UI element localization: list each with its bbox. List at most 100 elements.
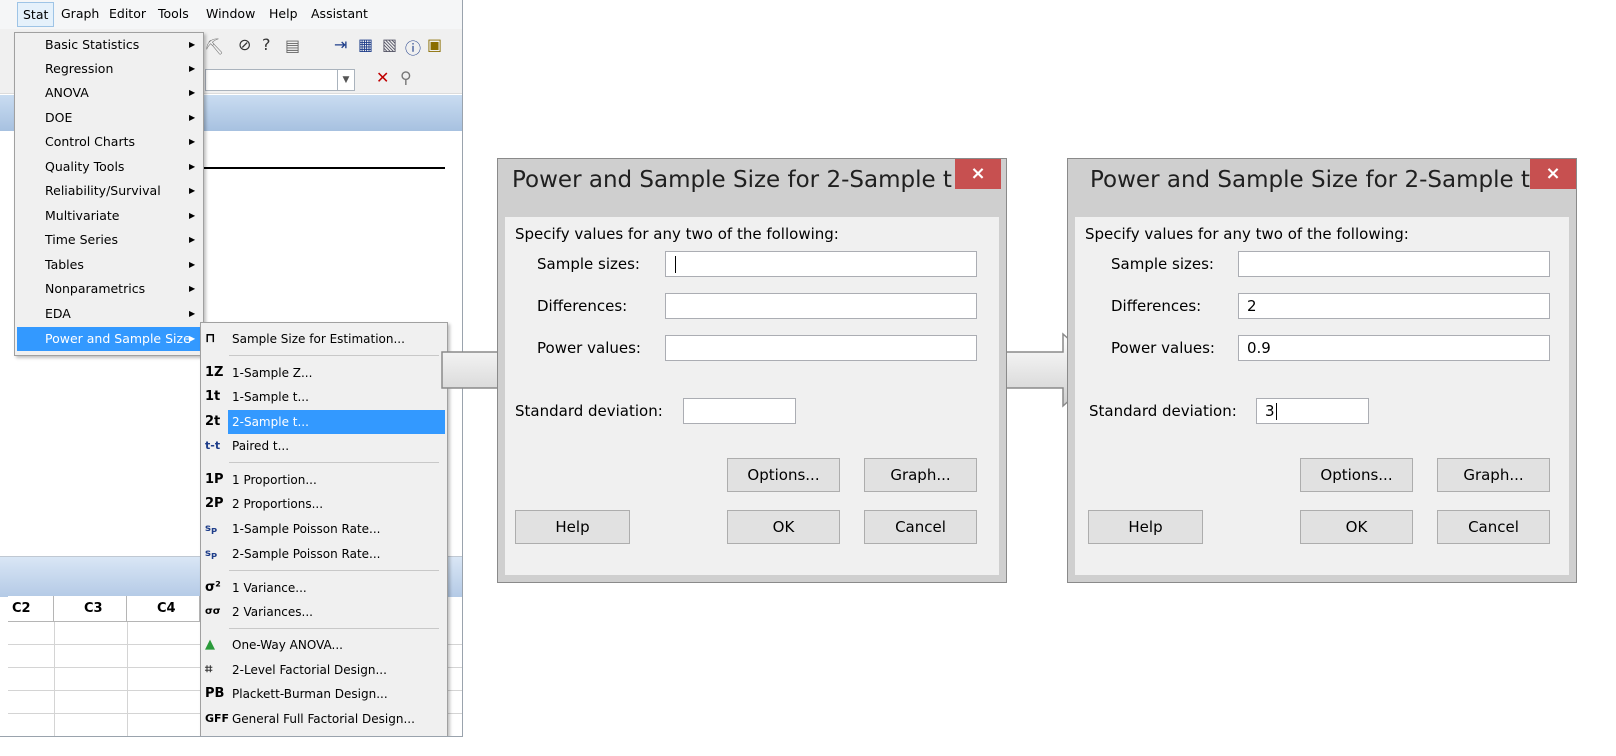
dialog-body: Specify values for any two of the follow… [505, 217, 999, 575]
menu-item-doe[interactable]: DOE ▶ [15, 106, 203, 130]
dialog-title: Power and Sample Size for 2-Sample t [1090, 167, 1530, 193]
menu-item-regression[interactable]: Regression ▶ [15, 57, 203, 81]
text-cursor [1275, 403, 1277, 420]
submenu-item-2-proportions[interactable]: 2P 2 Proportions... [201, 492, 447, 516]
graph-button[interactable]: Graph... [864, 458, 977, 492]
help-button[interactable]: Help [515, 510, 630, 544]
sample-sizes-field[interactable] [1238, 251, 1550, 277]
standard-deviation-label: Standard deviation: [1089, 402, 1237, 420]
text-cursor [675, 256, 676, 273]
history-icon[interactable]: ▣ [427, 35, 442, 54]
submenu-item-general-full-factorial[interactable]: GFF General Full Factorial Design... [201, 707, 447, 731]
differences-field[interactable] [665, 293, 977, 319]
anova-icon: ▲ [205, 637, 215, 652]
ok-button[interactable]: OK [727, 510, 840, 544]
insert-icon[interactable]: ⇥ [334, 35, 347, 54]
submenu-item-2-sample-t[interactable]: 2t 2-Sample t... [201, 410, 447, 434]
menu-item-power-and-sample-size[interactable]: Power and Sample Size ▶ [17, 327, 201, 351]
submenu-item-1-variance[interactable]: σ² 1 Variance... [201, 576, 447, 600]
submenu-item-one-way-anova[interactable]: ▲ One-Way ANOVA... [201, 633, 447, 657]
submenu-item-paired-t[interactable]: t-t Paired t... [201, 434, 447, 458]
submenu-item-1-sample-z[interactable]: 1Z 1-Sample Z... [201, 361, 447, 385]
menu-tools[interactable]: Tools [158, 6, 189, 21]
column-header[interactable]: C3 [54, 596, 127, 622]
submenu-item-2-sample-poisson[interactable]: sP 2-Sample Poisson Rate... [201, 542, 447, 566]
1z-icon: 1Z [205, 365, 224, 380]
help-query-icon[interactable]: ? [262, 35, 271, 54]
toolbar-combo[interactable]: ▼ [205, 69, 355, 91]
sample-size-icon: ⊓ [205, 331, 216, 346]
dialog-prompt: Specify values for any two of the follow… [1085, 225, 1409, 243]
2p-icon: 2P [205, 496, 224, 511]
options-button[interactable]: Options... [727, 458, 840, 492]
help-button[interactable]: Help [1088, 510, 1203, 544]
standard-deviation-field[interactable] [683, 398, 796, 424]
cancel-button[interactable]: Cancel [1437, 510, 1550, 544]
column-header[interactable]: C2 [8, 596, 54, 622]
graph-button[interactable]: Graph... [1437, 458, 1550, 492]
menu-item-anova[interactable]: ANOVA ▶ [15, 81, 203, 105]
submenu-arrow-icon: ▶ [189, 88, 196, 97]
cancel-icon[interactable]: ⊘ [238, 35, 251, 54]
ok-button[interactable]: OK [1300, 510, 1413, 544]
cancel-button[interactable]: Cancel [864, 510, 977, 544]
two-sigma-icon: σσ [205, 606, 221, 617]
brush-icon[interactable]: ⛏ [204, 37, 224, 56]
pb-icon: PB [205, 686, 225, 701]
close-icon[interactable]: × [955, 159, 1001, 189]
menu-item-control-charts[interactable]: Control Charts ▶ [15, 130, 203, 154]
submenu-item-1-sample-t[interactable]: 1t 1-Sample t... [201, 385, 447, 409]
menu-item-quality-tools[interactable]: Quality Tools ▶ [15, 155, 203, 179]
submenu-item-sample-size-estimation[interactable]: ⊓ Sample Size for Estimation... [201, 327, 447, 351]
clipboard-icon[interactable]: ▤ [285, 36, 300, 55]
power-values-field[interactable]: 0.9 [1238, 335, 1550, 361]
menu-item-tables[interactable]: Tables ▶ [15, 253, 203, 277]
menu-item-reliability-survival[interactable]: Reliability/Survival ▶ [15, 179, 203, 203]
menu-assistant[interactable]: Assistant [311, 6, 368, 21]
dialog-prompt: Specify values for any two of the follow… [515, 225, 839, 243]
info-icon[interactable]: ⓘ [405, 35, 421, 59]
differences-field[interactable]: 2 [1238, 293, 1550, 319]
gff-icon: GFF [205, 712, 230, 725]
menu-help[interactable]: Help [269, 6, 298, 21]
submenu-arrow-icon: ▶ [189, 186, 196, 195]
dialog-filled: Power and Sample Size for 2-Sample t × S… [1067, 158, 1577, 583]
delete-icon[interactable]: ✕ [376, 68, 389, 87]
paired-t-icon: t-t [205, 439, 221, 452]
sample-sizes-field[interactable] [665, 251, 977, 277]
submenu-item-1-sample-poisson[interactable]: sP 1-Sample Poisson Rate... [201, 517, 447, 541]
worksheet-icon[interactable]: ▦ [358, 35, 373, 54]
find-icon[interactable]: ⚲ [400, 68, 412, 87]
options-button[interactable]: Options... [1300, 458, 1413, 492]
poisson-1-icon: sP [205, 523, 218, 536]
power-values-field[interactable] [665, 335, 977, 361]
menu-stat[interactable]: Stat [17, 2, 55, 27]
menu-item-nonparametrics[interactable]: Nonparametrics ▶ [15, 277, 203, 301]
stat-menu: Basic Statistics ▶ Regression ▶ ANOVA ▶ DOE… [14, 32, 204, 356]
submenu-item-1-proportion[interactable]: 1P 1 Proportion... [201, 468, 447, 492]
submenu-arrow-icon: ▶ [189, 334, 196, 343]
chevron-down-icon[interactable]: ▼ [337, 70, 354, 90]
menu-item-multivariate[interactable]: Multivariate ▶ [15, 204, 203, 228]
1p-icon: 1P [205, 472, 224, 487]
1t-icon: 1t [205, 389, 221, 404]
close-icon[interactable]: × [1530, 159, 1576, 189]
submenu-arrow-icon: ▶ [189, 284, 196, 293]
submenu-item-2-level-factorial[interactable]: ⌗ 2-Level Factorial Design... [201, 658, 447, 682]
standard-deviation-field[interactable]: 3 [1256, 398, 1369, 424]
menu-item-eda[interactable]: EDA ▶ [15, 302, 203, 326]
session-icon[interactable]: ▧ [382, 35, 397, 54]
menu-window[interactable]: Window [206, 6, 255, 21]
column-header[interactable]: C4 [127, 596, 200, 622]
submenu-item-2-variances[interactable]: σσ 2 Variances... [201, 600, 447, 624]
submenu-arrow-icon: ▶ [189, 211, 196, 220]
menu-editor[interactable]: Editor [109, 6, 146, 21]
poisson-2-icon: sP [205, 548, 218, 561]
2t-icon: 2t [205, 414, 221, 429]
menu-item-time-series[interactable]: Time Series ▶ [15, 228, 203, 252]
menu-bar: Stat Graph Editor Tools Window Help Assi… [0, 0, 462, 30]
standard-deviation-label: Standard deviation: [515, 402, 663, 420]
menu-item-basic-statistics[interactable]: Basic Statistics ▶ [15, 33, 203, 57]
submenu-item-plackett-burman[interactable]: PB Plackett-Burman Design... [201, 682, 447, 706]
menu-graph[interactable]: Graph [61, 6, 99, 21]
